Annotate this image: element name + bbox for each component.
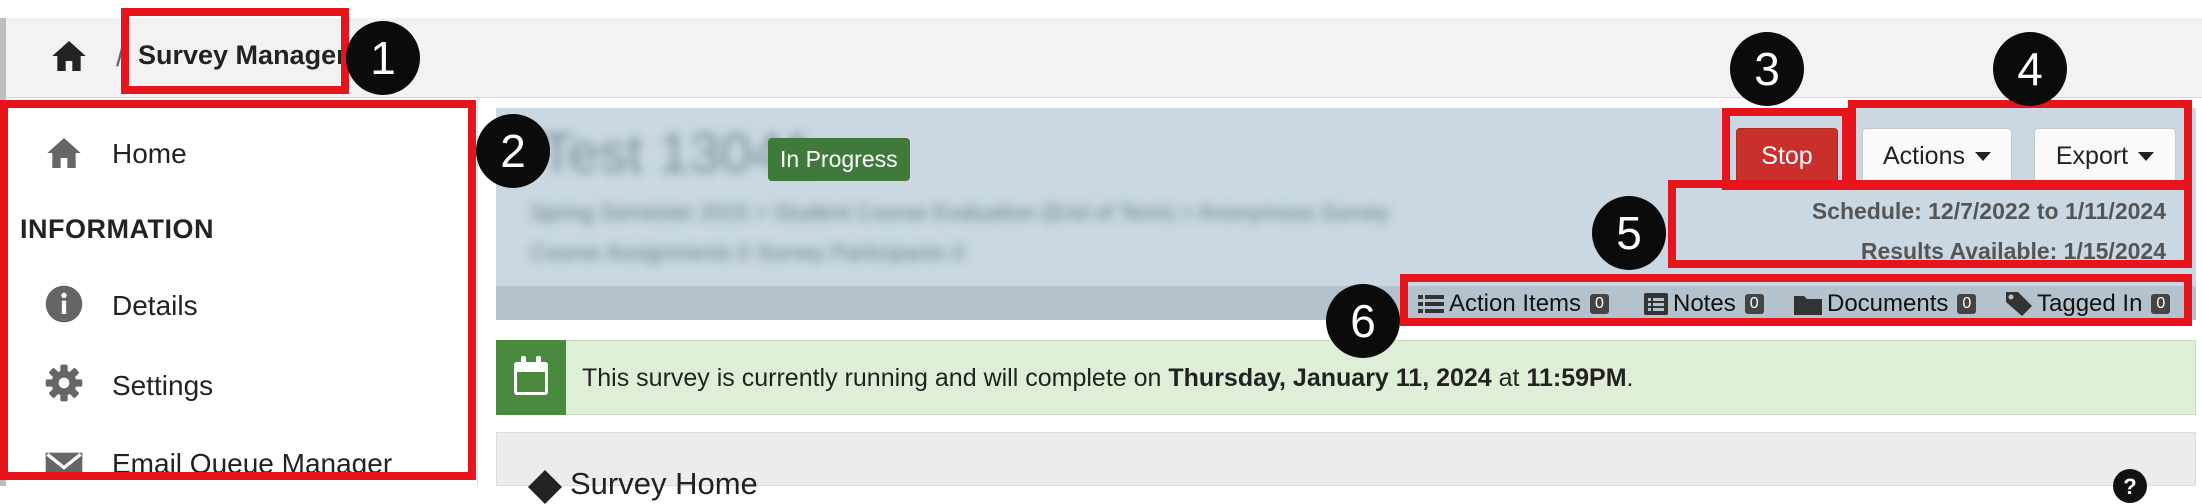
annotation-number-2: 2 bbox=[476, 114, 550, 188]
survey-subtitle: Spring Semester 2015 > Student Course Ev… bbox=[530, 200, 1390, 225]
annotation-box-2 bbox=[0, 100, 476, 480]
alert-message: This survey is currently running and wil… bbox=[582, 364, 1633, 393]
survey-home-title: Survey Home bbox=[570, 466, 758, 501]
annotation-number-5: 5 bbox=[1592, 196, 1666, 270]
alert-text-mid: at bbox=[1491, 364, 1527, 392]
home-icon[interactable] bbox=[48, 36, 90, 76]
annotation-box-3 bbox=[1722, 108, 1850, 190]
annotation-box-6 bbox=[1400, 274, 2192, 326]
alert-text-before: This survey is currently running and wil… bbox=[582, 364, 1169, 392]
alert-end-date: Thursday, January 11, 2024 bbox=[1168, 364, 1492, 392]
annotation-number-6: 6 bbox=[1326, 284, 1400, 358]
question-icon[interactable]: ? bbox=[2112, 468, 2148, 504]
annotation-number-3: 3 bbox=[1730, 32, 1804, 106]
survey-participants-line: Course Assignments 0 Survey Participants… bbox=[530, 240, 965, 265]
alert-text-after: . bbox=[1626, 364, 1634, 392]
diamond-icon bbox=[528, 470, 562, 504]
status-badge: In Progress bbox=[768, 138, 910, 181]
annotation-number-4: 4 bbox=[1993, 32, 2067, 106]
alert-end-time: 11:59PM bbox=[1526, 364, 1627, 392]
annotation-box-5 bbox=[1668, 180, 2192, 268]
annotation-box-4 bbox=[1848, 100, 2192, 190]
svg-text:?: ? bbox=[2123, 474, 2136, 499]
annotation-number-1: 1 bbox=[346, 21, 420, 95]
annotation-box-1 bbox=[121, 8, 349, 94]
calendar-icon bbox=[514, 356, 548, 395]
